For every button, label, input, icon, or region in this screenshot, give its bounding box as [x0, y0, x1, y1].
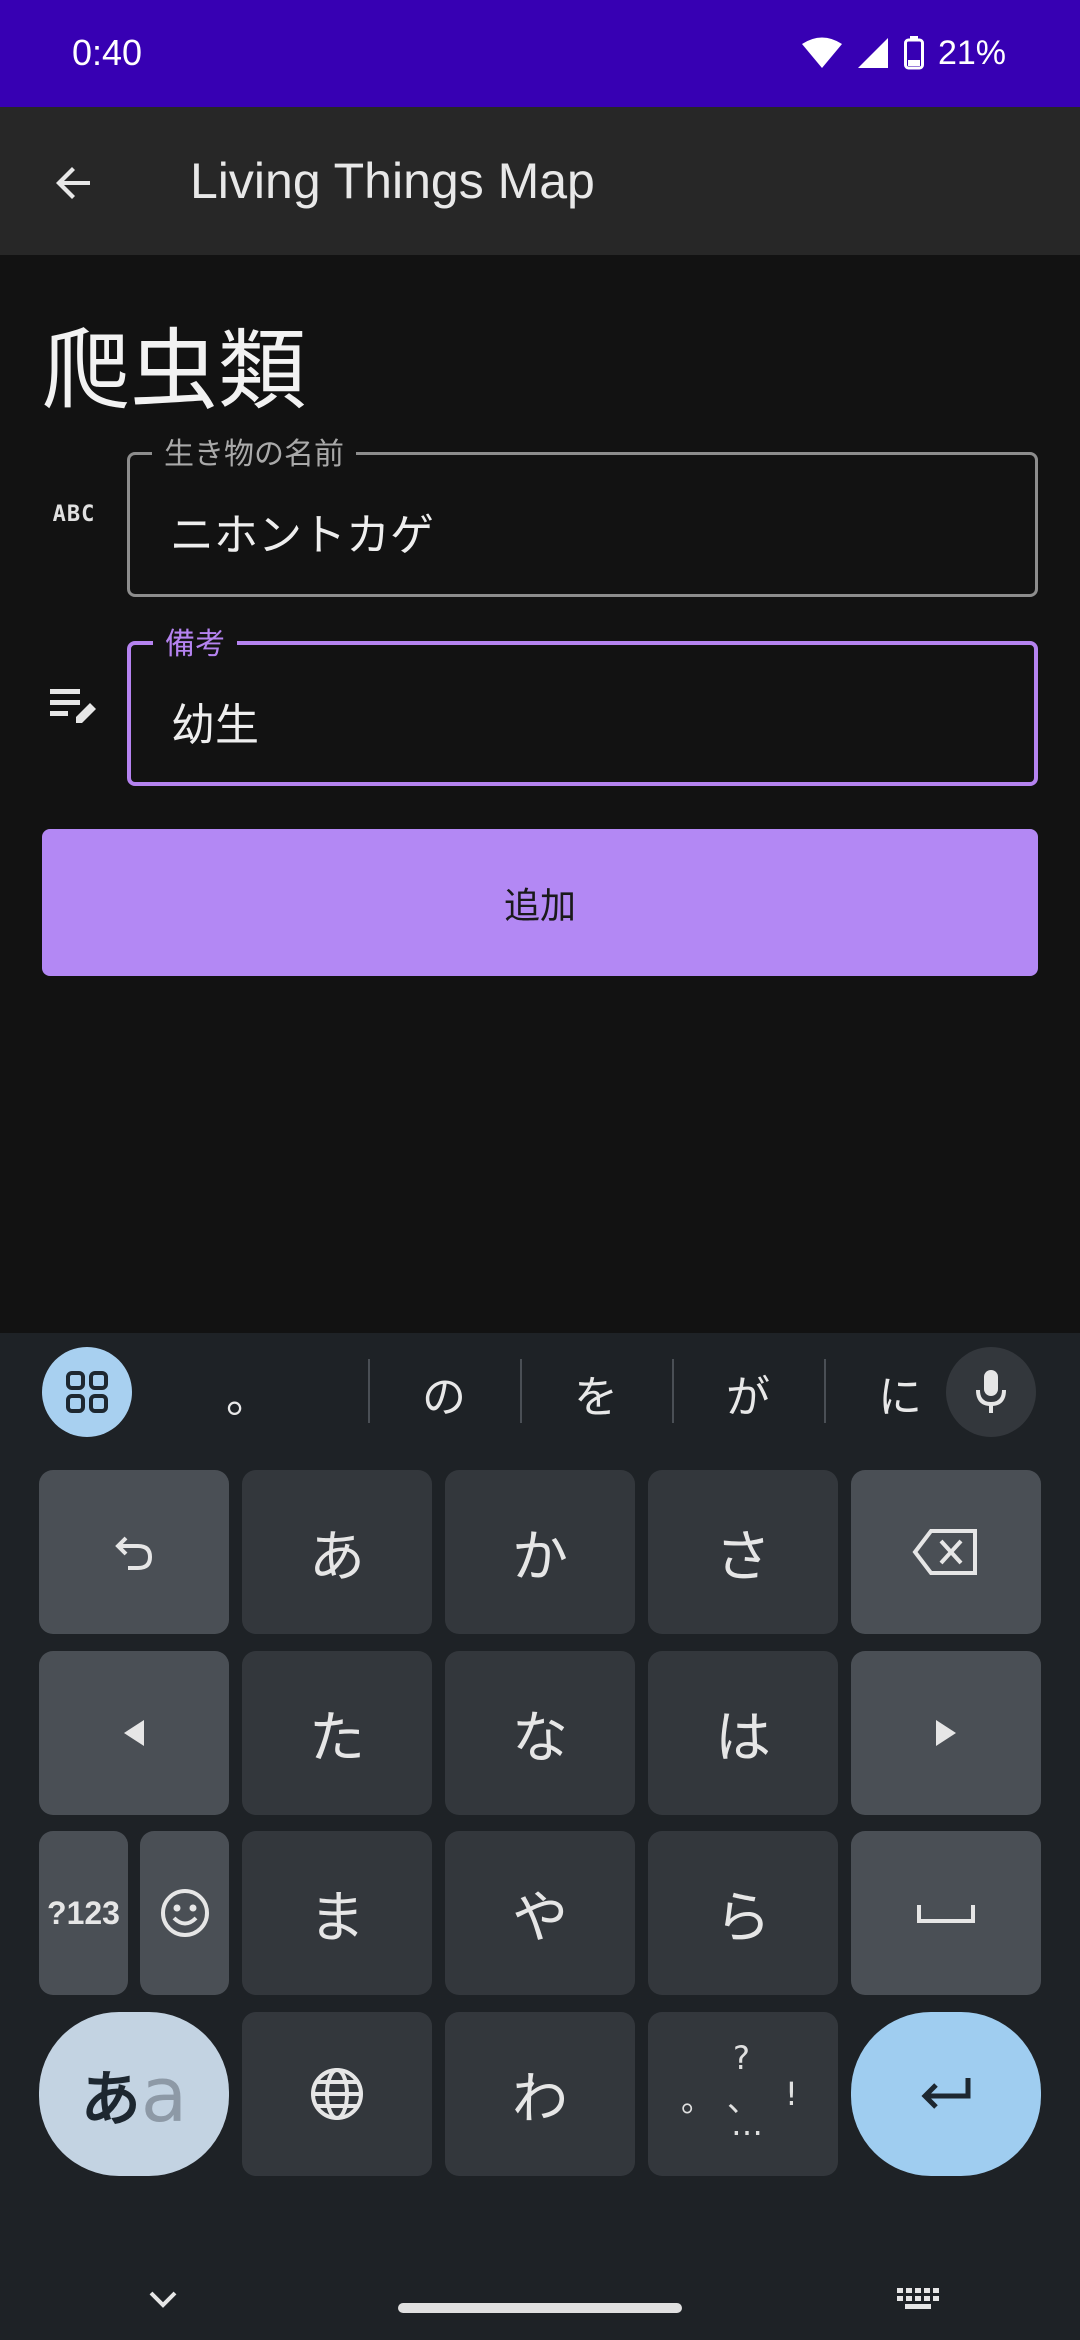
space-icon: [917, 1905, 975, 1923]
kana-toggle-latin: a: [140, 2049, 188, 2139]
abc-icon: ABC: [52, 501, 96, 527]
keyboard-icon: [897, 2288, 939, 2309]
notes-field-value: 幼生: [171, 700, 259, 751]
punctuation-glyphs: ? 。 、 ! …: [673, 2039, 813, 2149]
keyboard-switch-button[interactable]: [890, 2274, 946, 2324]
key-ya[interactable]: や: [445, 1831, 635, 1995]
grid-icon: [66, 1371, 108, 1413]
status-time: 0:40: [72, 32, 143, 73]
keyboard: 。 の を が に あ か さ た な は ?123 ま や ら あa わ ? …: [0, 1333, 1080, 2340]
punct-exclaim: !: [785, 2075, 798, 2113]
system-nav-bar: [0, 2240, 1080, 2340]
key-ta[interactable]: た: [242, 1651, 432, 1815]
key-ma[interactable]: ま: [242, 1831, 432, 1995]
status-bar: 0:40 21%: [0, 0, 1080, 107]
cursor-right-key[interactable]: [851, 1651, 1041, 1815]
key-a[interactable]: あ: [242, 1470, 432, 1634]
triangle-right-icon: [936, 1720, 956, 1746]
add-button[interactable]: 追加: [42, 829, 1038, 976]
voice-input-button[interactable]: [946, 1347, 1036, 1437]
enter-key[interactable]: [851, 2012, 1041, 2176]
keyboard-apps-button[interactable]: [42, 1347, 132, 1437]
suggestion-divider: [368, 1359, 370, 1423]
suggestion-item[interactable]: が: [726, 1361, 770, 1425]
category-title: 爬虫類: [42, 319, 307, 422]
notes-field-label: 備考: [153, 619, 237, 663]
suggestion-item[interactable]: の: [422, 1361, 466, 1425]
punctuation-key[interactable]: ? 。 、 ! …: [648, 2012, 838, 2176]
suggestion-divider: [672, 1359, 674, 1423]
enter-icon: [921, 2078, 971, 2109]
key-sa[interactable]: さ: [648, 1470, 838, 1634]
backspace-key[interactable]: [851, 1470, 1041, 1634]
chevron-down-icon: [149, 2291, 177, 2308]
suggestion-bar: 。 の を が に: [0, 1333, 1080, 1451]
battery-percent: 21%: [937, 33, 1006, 72]
suggestion-divider: [520, 1359, 522, 1423]
backspace-icon: [912, 1529, 977, 1575]
emoji-icon: [160, 1889, 209, 1937]
hide-keyboard-button[interactable]: [138, 2274, 188, 2324]
kana-toggle-kana: あ: [80, 2064, 141, 2135]
signal-icon: [857, 38, 888, 68]
suggestion-item[interactable]: 。: [226, 1361, 270, 1425]
globe-icon: [311, 2068, 363, 2120]
number-mode-key[interactable]: ?123: [39, 1831, 128, 1995]
punct-question: ?: [733, 2039, 750, 2077]
key-na[interactable]: な: [445, 1651, 635, 1815]
space-key[interactable]: [851, 1831, 1041, 1995]
punct-maru: 。: [681, 2081, 714, 2119]
language-key[interactable]: [242, 2012, 432, 2176]
app-bar: Living Things Map: [0, 107, 1080, 255]
key-ka[interactable]: か: [445, 1470, 635, 1634]
kana-latin-toggle-key[interactable]: あa: [39, 2012, 229, 2176]
undo-icon: [115, 1536, 153, 1570]
key-ra[interactable]: ら: [648, 1831, 838, 1995]
microphone-icon: [976, 1370, 1006, 1413]
name-field-label: 生き物の名前: [152, 429, 356, 473]
battery-icon: [903, 36, 924, 70]
suggestion-item[interactable]: に: [878, 1361, 922, 1425]
emoji-key[interactable]: [140, 1831, 229, 1995]
name-field[interactable]: 生き物の名前 ニホントカゲ: [127, 429, 1038, 597]
cursor-left-key[interactable]: [39, 1651, 229, 1815]
punct-ellipsis: …: [731, 2105, 763, 2143]
triangle-left-icon: [124, 1720, 144, 1746]
home-gesture-bar[interactable]: [398, 2303, 682, 2313]
wifi-icon: [801, 37, 842, 68]
back-button[interactable]: [36, 145, 112, 221]
key-wa[interactable]: わ: [445, 2012, 635, 2176]
suggestion-item[interactable]: を: [574, 1361, 618, 1425]
notes-edit-icon: [44, 676, 104, 736]
notes-field[interactable]: 備考 幼生: [127, 619, 1038, 786]
key-ha[interactable]: は: [648, 1651, 838, 1815]
name-field-value: ニホントカゲ: [170, 510, 434, 561]
suggestion-divider: [824, 1359, 826, 1423]
status-icons: 21%: [801, 30, 1006, 76]
arrow-back-icon: [56, 167, 90, 199]
undo-key[interactable]: [39, 1470, 229, 1634]
app-title: Living Things Map: [190, 153, 595, 209]
